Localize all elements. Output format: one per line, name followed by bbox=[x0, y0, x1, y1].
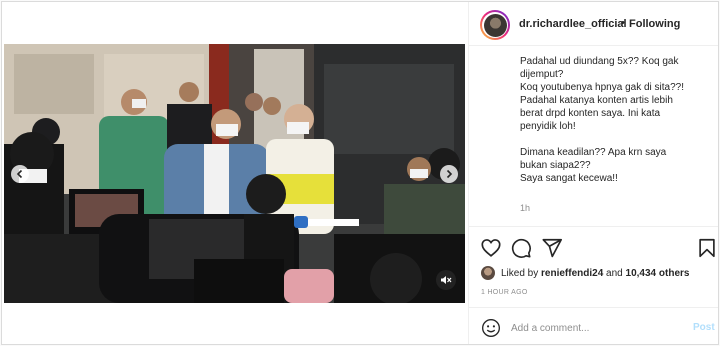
caption-line: penyidik loh! bbox=[520, 121, 576, 132]
liker-username-link[interactable]: renieffendi24 bbox=[541, 268, 603, 279]
likes-text: Liked by renieffendi24 and 10,434 others bbox=[501, 268, 689, 279]
avatar-image bbox=[483, 13, 507, 37]
caption-line: berat drpd konten saya. Ini kata bbox=[520, 108, 661, 119]
bookmark-icon[interactable] bbox=[696, 237, 718, 259]
avatar-border bbox=[482, 12, 508, 38]
post-video[interactable] bbox=[4, 44, 465, 303]
post-details-panel: dr.richardlee_official • Following Padah… bbox=[468, 2, 718, 344]
post-dialog: dr.richardlee_official • Following Padah… bbox=[1, 1, 719, 345]
caption-line: Koq youtubenya hpnya gak di sita??! bbox=[520, 82, 685, 93]
post-header: dr.richardlee_official • Following bbox=[469, 2, 718, 46]
caption-age: 1h bbox=[520, 203, 531, 213]
paper-plane-icon[interactable] bbox=[541, 237, 563, 259]
following-button[interactable]: Following bbox=[629, 18, 680, 30]
caption-line: Padahal katanya konten artis lebih bbox=[520, 95, 673, 106]
caption-line bbox=[520, 133, 715, 146]
likes-summary: Liked by renieffendi24 and 10,434 others bbox=[481, 266, 689, 280]
chevron-right-icon bbox=[446, 169, 453, 179]
next-media-button[interactable] bbox=[440, 165, 458, 183]
previous-media-button[interactable] bbox=[11, 165, 29, 183]
post-timestamp[interactable]: 1 HOUR AGO bbox=[481, 289, 528, 296]
caption-line: bukan siapa2?? bbox=[520, 160, 591, 171]
post-comment-button[interactable]: Post bbox=[693, 322, 715, 333]
caption-line: Saya sangat kecewa!! bbox=[520, 173, 618, 184]
caption-line: Padahal ud diundang 5x?? Koq gak bbox=[520, 56, 679, 67]
post-actions bbox=[469, 226, 718, 266]
heart-icon[interactable] bbox=[480, 237, 502, 259]
caption-line: dijemput? bbox=[520, 69, 564, 80]
profile-avatar[interactable] bbox=[480, 10, 510, 40]
comment-bar: Post bbox=[469, 307, 718, 344]
post-media-panel bbox=[2, 2, 467, 344]
separator-dot: • bbox=[621, 17, 625, 29]
speaker-muted-icon bbox=[441, 276, 452, 284]
caption-line: Dimana keadilan?? Apa krn saya bbox=[520, 147, 667, 158]
liker-avatar[interactable] bbox=[481, 266, 495, 280]
likes-middle: and bbox=[603, 267, 626, 279]
mute-toggle-button[interactable] bbox=[436, 270, 456, 290]
likes-others-link[interactable]: 10,434 others bbox=[626, 268, 690, 279]
video-frame-illustration bbox=[4, 44, 465, 303]
likes-prefix: Liked by bbox=[501, 267, 542, 279]
smiley-icon[interactable] bbox=[481, 318, 501, 338]
username-link[interactable]: dr.richardlee_official bbox=[519, 18, 627, 30]
comment-input[interactable] bbox=[511, 319, 681, 337]
chevron-left-icon bbox=[16, 169, 23, 179]
comment-icon[interactable] bbox=[510, 237, 532, 259]
post-caption: Padahal ud diundang 5x?? Koq gak dijempu… bbox=[520, 55, 715, 185]
